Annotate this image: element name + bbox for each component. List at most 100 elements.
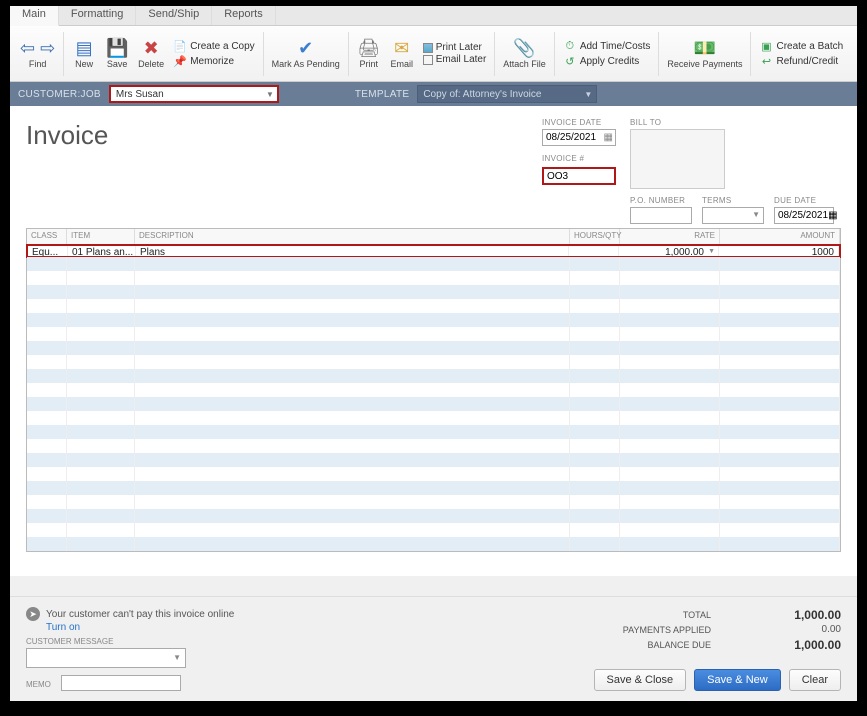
line-items-table: CLASS ITEM DESCRIPTION HOURS/QTY RATE AM… [26,228,841,552]
cell-hours[interactable] [569,246,619,256]
table-row[interactable] [27,495,840,509]
table-row[interactable] [27,355,840,369]
new-icon: ▤ [76,38,93,58]
terms-label: TERMS [702,196,764,205]
create-copy-button[interactable]: 📄Create a Copy [173,39,254,53]
new-button[interactable]: ▤ New [68,36,100,71]
customer-job-select[interactable]: Mrs Susan▼ [109,85,279,103]
table-row[interactable] [27,453,840,467]
email-later-checkbox[interactable]: Email Later [423,54,487,65]
check-icon: ✔ [298,38,313,58]
tab-main[interactable]: Main [10,6,59,26]
terms-select[interactable]: ▼ [702,207,764,224]
payments-applied-label: PAYMENTS APPLIED [601,625,711,635]
add-time-costs-button[interactable]: ⏱Add Time/Costs [563,39,651,53]
table-row[interactable] [27,341,840,355]
clear-button[interactable]: Clear [789,669,841,691]
table-row[interactable] [27,411,840,425]
template-label: TEMPLATE [355,89,409,100]
col-description[interactable]: DESCRIPTION [135,229,570,244]
mark-pending-button[interactable]: ✔ Mark As Pending [268,36,344,71]
cell-description[interactable]: Plans [136,246,569,256]
customer-message-select[interactable]: ▼ [26,648,186,668]
memorize-button[interactable]: 📌Memorize [173,54,254,68]
memo-label: MEMO [26,680,51,689]
print-later-checkbox[interactable]: Print Later [423,42,487,53]
col-item[interactable]: ITEM [67,229,135,244]
total-value: 1,000.00 [761,608,841,622]
tab-reports[interactable]: Reports [212,6,276,25]
invoice-date-input[interactable]: 08/25/2021▦ [542,129,616,146]
cell-amount[interactable]: 1000 [719,246,839,256]
table-row[interactable] [27,467,840,481]
print-icon: 🖨 [357,38,380,58]
table-row[interactable] [27,285,840,299]
table-row[interactable] [27,439,840,453]
chevron-down-icon: ▼ [173,653,181,662]
apply-credits-button[interactable]: ↺Apply Credits [563,54,651,68]
footer: ➤ Your customer can't pay this invoice o… [10,596,857,701]
calendar-icon[interactable]: ▦ [828,210,837,221]
save-close-button[interactable]: Save & Close [594,669,687,691]
email-icon: ✉ [394,38,409,58]
cell-rate[interactable]: 1,000.00▼ [619,246,719,256]
tab-sendship[interactable]: Send/Ship [136,6,212,25]
invoice-date-label: INVOICE DATE [542,118,616,127]
table-row[interactable] [27,425,840,439]
table-row[interactable] [27,481,840,495]
col-amount[interactable]: AMOUNT [720,229,840,244]
arrows-icon: ⇦ ⇨ [20,38,55,58]
col-rate[interactable]: RATE [620,229,720,244]
invoice-form: Invoice INVOICE DATE 08/25/2021▦ INVOICE… [10,106,857,576]
invoice-no-input[interactable]: OO3 [542,167,616,185]
receive-payments-button[interactable]: 💵 Receive Payments [663,36,746,71]
table-row[interactable] [27,537,840,551]
table-row[interactable] [27,299,840,313]
table-row[interactable] [27,369,840,383]
template-select[interactable]: Copy of: Attorney's Invoice▼ [417,85,597,103]
table-row[interactable] [27,383,840,397]
col-class[interactable]: CLASS [27,229,67,244]
bill-to-textarea[interactable] [630,129,725,189]
paperclip-icon: 📎 [513,38,535,58]
cell-class[interactable]: Equ...▼ [28,246,68,256]
save-button[interactable]: 💾 Save [101,36,133,71]
table-row[interactable] [27,327,840,341]
due-date-label: DUE DATE [774,196,834,205]
chevron-down-icon: ▼ [584,90,592,99]
table-row[interactable] [27,257,840,271]
invoice-no-label: INVOICE # [542,154,616,163]
table-row[interactable]: Equ...▼ 01 Plans an...▼ Plans 1,000.00▼ … [26,244,841,258]
save-icon: 💾 [106,38,128,58]
due-date-input[interactable]: 08/25/2021▦ [774,207,834,224]
balance-due-value: 1,000.00 [761,638,841,652]
table-row[interactable] [27,313,840,327]
table-row[interactable] [27,397,840,411]
email-button[interactable]: ✉ Email [386,36,418,71]
payments-applied-value: 0.00 [761,624,841,635]
tabstrip: Main Formatting Send/Ship Reports [10,6,857,26]
payments-icon: 💵 [694,38,716,58]
customer-bar: CUSTOMER:JOB Mrs Susan▼ TEMPLATE Copy of… [10,82,857,106]
print-button[interactable]: 🖨 Print [353,36,385,71]
table-row[interactable] [27,509,840,523]
calendar-icon[interactable]: ▦ [604,132,613,143]
po-number-input[interactable] [630,207,692,224]
tab-formatting[interactable]: Formatting [59,6,137,25]
table-row[interactable] [27,523,840,537]
refund-credit-button[interactable]: ↩Refund/Credit [759,54,843,68]
col-hours-qty[interactable]: HOURS/QTY [570,229,620,244]
toolbar: ⇦ ⇨ Find ▤ New 💾 Save ✖ Delete 📄Create a… [10,26,857,82]
po-number-label: P.O. NUMBER [630,196,692,205]
chevron-down-icon: ▼ [752,210,760,219]
cell-item[interactable]: 01 Plans an...▼ [68,246,136,256]
save-new-button[interactable]: Save & New [694,669,781,691]
delete-button[interactable]: ✖ Delete [134,36,168,71]
memo-input[interactable] [61,675,181,691]
bill-to-label: BILL TO [630,118,725,127]
create-batch-button[interactable]: ▣Create a Batch [759,39,843,53]
find-button[interactable]: ⇦ ⇨ Find [16,36,59,71]
attach-file-button[interactable]: 📎 Attach File [499,36,550,71]
table-row[interactable] [27,271,840,285]
info-icon: ➤ [26,607,40,621]
